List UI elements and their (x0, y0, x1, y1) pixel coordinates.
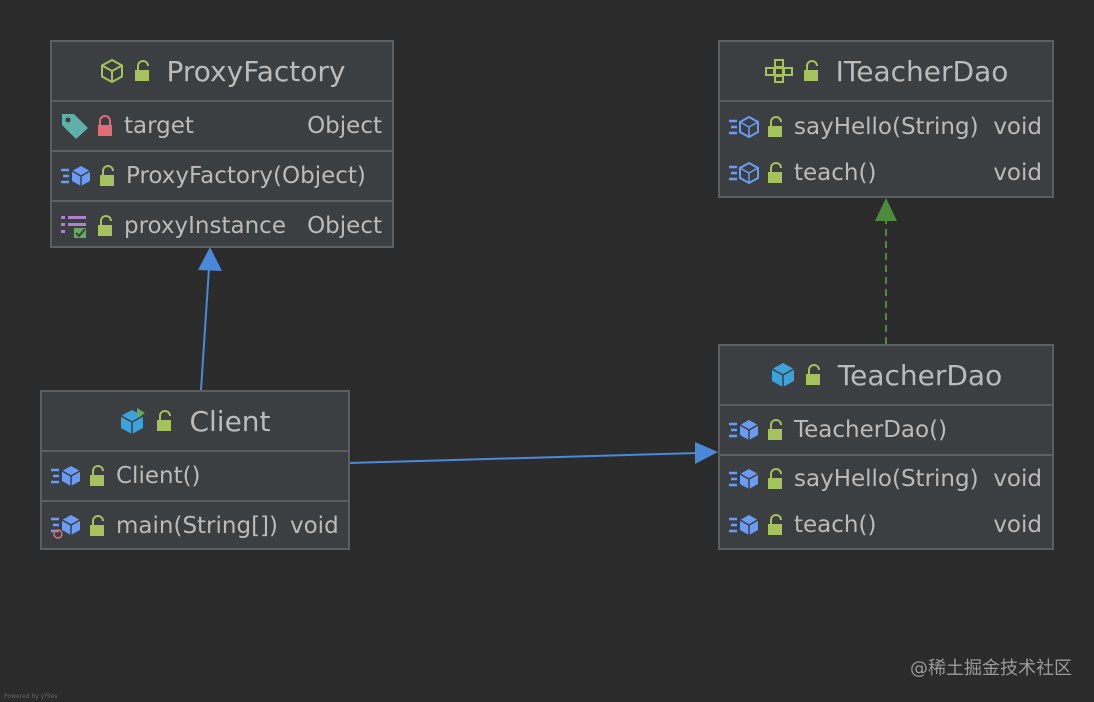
method-row-sayhello[interactable]: sayHello(String) void (720, 104, 1052, 150)
arrowhead-iteacherdao (875, 198, 897, 221)
arrowhead-teacherdao (695, 442, 718, 464)
method-name: teach() (794, 512, 877, 538)
public-lock-icon (90, 515, 104, 536)
interface-node-iteacherdao[interactable]: ITeacherDao sayHello(String) void teach(… (718, 40, 1054, 198)
class-icon (771, 363, 795, 387)
public-lock-icon (768, 514, 782, 535)
constructor-name: ProxyFactory(Object) (126, 163, 366, 189)
methods-section: sayHello(String) void teach() void (720, 102, 1052, 196)
method-type: void (290, 513, 339, 539)
constructor-row[interactable]: Client() (42, 452, 348, 500)
constructor-icon (51, 466, 81, 486)
abstract-method-icon (729, 115, 759, 139)
method-name: sayHello(String) (794, 114, 979, 140)
property-icon (61, 216, 86, 238)
methods-section: sayHello(String) void teach() void (720, 456, 1052, 548)
interface-header: ITeacherDao (720, 42, 1052, 102)
field-row-target[interactable]: target Object (52, 102, 392, 150)
constructor-row[interactable]: ProxyFactory(Object) (52, 152, 392, 200)
methods-section: main(String[]) void (42, 502, 348, 550)
class-node-teacherdao[interactable]: TeacherDao TeacherDao() sayHello(String)… (718, 344, 1054, 550)
class-name: ProxyFactory (166, 54, 346, 88)
method-name: sayHello(String) (794, 466, 979, 492)
powered-by-footer: Powered by yFiles (4, 693, 58, 700)
public-lock-icon (100, 165, 114, 186)
public-lock-icon (803, 60, 818, 81)
method-type: void (993, 512, 1042, 538)
method-type: Object (307, 213, 382, 239)
class-name: Client (189, 404, 271, 438)
method-row-main[interactable]: main(String[]) void (42, 502, 348, 550)
method-icon (729, 515, 759, 535)
constructor-name: Client() (116, 463, 201, 489)
public-lock-icon (768, 419, 782, 440)
runnable-class-icon (121, 408, 146, 434)
edge-client-to-proxyfactory[interactable] (200, 267, 210, 391)
constructor-row[interactable]: TeacherDao() (720, 406, 1052, 454)
method-name: teach() (794, 160, 877, 186)
class-header: TeacherDao (720, 346, 1052, 406)
constructors-section: ProxyFactory(Object) (52, 152, 392, 202)
constructors-section: TeacherDao() (720, 406, 1052, 456)
constructor-name: TeacherDao() (794, 417, 948, 443)
arrowhead-proxyfactory (198, 247, 222, 271)
field-type: Object (307, 113, 382, 139)
class-header: Client (42, 392, 348, 452)
abstract-method-icon (729, 161, 759, 185)
public-lock-icon (768, 468, 782, 489)
method-row-teach[interactable]: teach() void (720, 150, 1052, 196)
method-type: void (993, 466, 1042, 492)
method-icon (729, 469, 759, 489)
public-lock-icon (90, 465, 104, 486)
method-type: void (993, 114, 1042, 140)
method-row-teach[interactable]: teach() void (720, 502, 1052, 548)
public-lock-icon (157, 410, 172, 431)
class-header: ProxyFactory (52, 42, 392, 102)
constructors-section: Client() (42, 452, 348, 502)
edge-client-to-teacherdao[interactable] (348, 452, 699, 464)
static-method-icon (51, 515, 81, 539)
class-node-proxyfactory[interactable]: ProxyFactory target Object ProxyFactory(… (50, 40, 394, 248)
private-lock-icon (98, 115, 112, 136)
public-lock-icon (134, 60, 149, 81)
field-tag-icon (62, 114, 88, 139)
method-name: proxyInstance (124, 213, 286, 239)
method-name: main(String[]) (116, 513, 278, 539)
fields-section: target Object (52, 102, 392, 152)
public-lock-icon (768, 116, 782, 137)
public-lock-icon (98, 215, 112, 236)
method-row-sayhello[interactable]: sayHello(String) void (720, 456, 1052, 502)
public-lock-icon (768, 162, 782, 183)
class-node-client[interactable]: Client Client() main(String[]) void (40, 390, 350, 550)
interface-name: ITeacherDao (835, 54, 1009, 88)
constructor-icon (729, 420, 759, 440)
watermark: @稀土掘金技术社区 (910, 658, 1072, 679)
method-type: void (993, 160, 1042, 186)
public-lock-icon (805, 364, 820, 385)
methods-section: proxyInstance Object (52, 202, 392, 250)
interface-icon (764, 59, 793, 83)
class-icon (100, 58, 123, 84)
constructor-icon (61, 166, 91, 186)
method-row-proxyinstance[interactable]: proxyInstance Object (52, 202, 392, 250)
class-name: TeacherDao (837, 358, 1003, 392)
field-name: target (124, 113, 194, 139)
